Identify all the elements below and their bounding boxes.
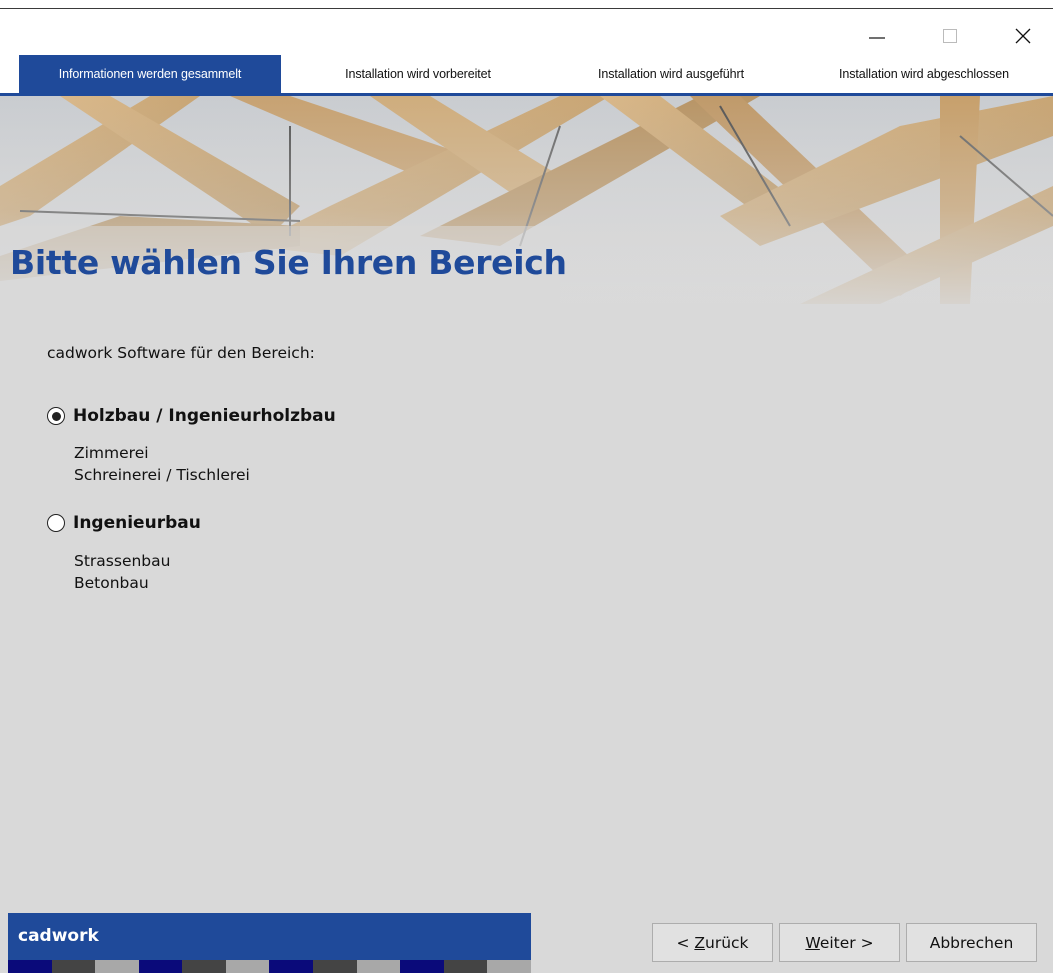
brand-stripe xyxy=(8,960,531,973)
intro-text: cadwork Software für den Bereich: xyxy=(47,344,315,362)
step-installing: Installation wird ausgeführt xyxy=(598,67,744,81)
stripe-segment xyxy=(182,960,226,973)
stripe-segment xyxy=(269,960,314,973)
back-button-label: < Zurück xyxy=(676,933,749,952)
back-button[interactable]: < Zurück xyxy=(652,923,773,962)
stripe-segment xyxy=(443,960,488,973)
radio-selected-dot xyxy=(51,411,61,421)
step-finishing: Installation wird abgeschlossen xyxy=(839,67,1009,81)
minimize-icon xyxy=(869,37,885,39)
close-button[interactable] xyxy=(1003,21,1043,51)
stripe-segment xyxy=(138,960,183,973)
option-holzbau-label: Holzbau / Ingenieurholzbau xyxy=(73,406,336,426)
option-holzbau[interactable]: Holzbau / Ingenieurholzbau xyxy=(47,406,336,426)
option-ingenieurbau-detail: Betonbau xyxy=(74,574,149,592)
stripe-segment xyxy=(356,960,401,973)
cancel-button-label: Abbrechen xyxy=(929,933,1014,952)
option-ingenieurbau-label: Ingenieurbau xyxy=(73,513,201,533)
option-holzbau-detail: Schreinerei / Tischlerei xyxy=(74,466,250,484)
content-area: cadwork Software für den Bereich: Holzba… xyxy=(0,304,1053,913)
stripe-segment xyxy=(400,960,444,973)
option-ingenieurbau[interactable]: Ingenieurbau xyxy=(47,513,201,533)
stripe-segment xyxy=(8,960,52,973)
page-title: Bitte wählen Sie Ihren Bereich xyxy=(10,243,567,282)
stripe-segment xyxy=(225,960,270,973)
radio-holzbau[interactable] xyxy=(47,407,65,425)
stripe-segment xyxy=(95,960,139,973)
brand-logo: cadwork xyxy=(18,926,99,946)
close-icon xyxy=(1015,28,1031,44)
minimize-button[interactable] xyxy=(857,21,897,51)
title-bar xyxy=(0,9,1053,55)
step-gathering-info: Informationen werden gesammelt xyxy=(19,55,281,93)
installer-window: Informationen werden gesammelt Installat… xyxy=(0,0,1053,973)
step-progress: Informationen werden gesammelt Installat… xyxy=(0,55,1053,95)
stripe-segment xyxy=(51,960,96,973)
maximize-icon xyxy=(943,29,957,43)
option-holzbau-detail: Zimmerei xyxy=(74,444,149,462)
header-banner: Bitte wählen Sie Ihren Bereich xyxy=(0,96,1053,304)
radio-ingenieurbau[interactable] xyxy=(47,514,65,532)
stripe-segment xyxy=(313,960,357,973)
maximize-button[interactable] xyxy=(930,21,970,51)
stripe-segment xyxy=(487,960,531,973)
option-ingenieurbau-detail: Strassenbau xyxy=(74,552,171,570)
cancel-button[interactable]: Abbrechen xyxy=(906,923,1037,962)
brand-bar: cadwork xyxy=(8,913,531,960)
footer: cadwork < Zurück Weiter > Abbrechen xyxy=(0,913,1053,973)
next-button-label: Weiter > xyxy=(805,933,874,952)
step-preparing: Installation wird vorbereitet xyxy=(345,67,491,81)
next-button[interactable]: Weiter > xyxy=(779,923,900,962)
